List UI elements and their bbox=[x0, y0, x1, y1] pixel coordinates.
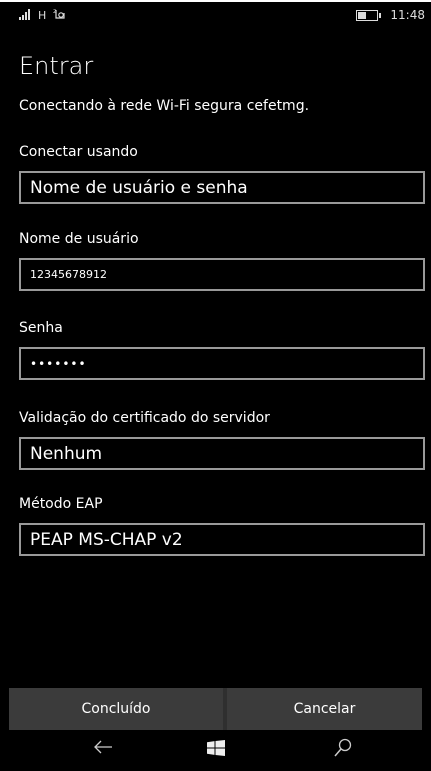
cancel-button[interactable]: Cancelar bbox=[227, 688, 422, 730]
navigation-bar bbox=[0, 730, 431, 771]
username-value: 12345678912 bbox=[30, 268, 107, 281]
connect-using-label: Conectar usando bbox=[19, 144, 138, 160]
connect-using-select[interactable]: Nome de usuário e senha bbox=[19, 171, 425, 204]
password-value: ••••••• bbox=[30, 356, 87, 371]
cert-validation-value: Nenhum bbox=[30, 443, 103, 464]
cert-validation-label: Validação do certificado do servidor bbox=[19, 410, 270, 426]
clock: 11:48 bbox=[390, 8, 425, 22]
windows-logo-icon[interactable] bbox=[207, 740, 225, 760]
network-type: H bbox=[38, 9, 47, 22]
signal-strength-icon bbox=[19, 8, 31, 23]
network-description: Conectando à rede Wi-Fi segura cefetmg. bbox=[19, 98, 310, 114]
username-input[interactable]: 12345678912 bbox=[19, 258, 425, 291]
connect-using-value: Nome de usuário e senha bbox=[30, 177, 248, 198]
done-button[interactable]: Concluído bbox=[9, 688, 223, 730]
back-arrow-icon[interactable] bbox=[93, 738, 113, 760]
eap-method-label: Método EAP bbox=[19, 496, 103, 512]
cert-validation-select[interactable]: Nenhum bbox=[19, 437, 425, 470]
svg-text:2: 2 bbox=[53, 9, 56, 15]
eap-method-value: PEAP MS-CHAP v2 bbox=[30, 529, 183, 550]
status-bar: H 2 11:48 bbox=[0, 2, 431, 30]
wifi-sync-icon: 2 bbox=[53, 8, 67, 23]
username-label: Nome de usuário bbox=[19, 231, 139, 247]
search-icon[interactable] bbox=[334, 738, 352, 761]
eap-method-select[interactable]: PEAP MS-CHAP v2 bbox=[19, 523, 425, 556]
page-title: Entrar bbox=[19, 52, 94, 80]
password-label: Senha bbox=[19, 320, 63, 336]
password-input[interactable]: ••••••• bbox=[19, 347, 425, 380]
battery-icon bbox=[356, 9, 382, 21]
command-bar: Concluído Cancelar bbox=[9, 688, 422, 730]
